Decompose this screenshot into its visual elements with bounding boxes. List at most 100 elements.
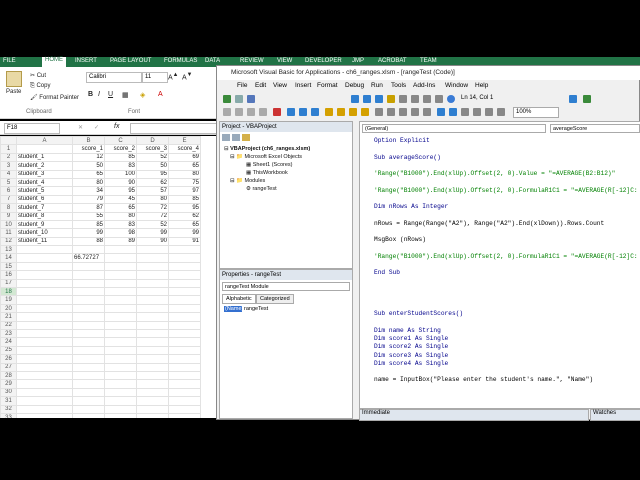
clear-bookmarks-icon[interactable] — [361, 108, 369, 116]
cell[interactable] — [16, 370, 73, 381]
list-constants-icon[interactable] — [473, 108, 481, 116]
property-name-key[interactable]: (Name) — [224, 306, 243, 312]
row-header[interactable]: 26 — [0, 354, 17, 364]
code-line[interactable] — [374, 178, 640, 186]
font-size-select[interactable]: 11 — [142, 72, 168, 83]
cell[interactable] — [136, 270, 169, 280]
cell[interactable]: 65 — [168, 219, 201, 230]
code-line[interactable] — [374, 211, 640, 219]
code-line[interactable] — [374, 195, 640, 203]
bold-button[interactable]: B — [88, 91, 93, 98]
menu-window[interactable]: Window — [445, 82, 468, 89]
code-line[interactable] — [374, 368, 640, 376]
ribbon-tab-developer[interactable]: DEVELOPER — [305, 58, 342, 64]
menu-file[interactable]: File — [237, 82, 247, 89]
cell[interactable] — [136, 303, 169, 314]
cell[interactable] — [16, 337, 73, 347]
row-header[interactable]: 11 — [0, 228, 17, 238]
cell[interactable] — [72, 337, 105, 347]
cell[interactable] — [136, 387, 169, 398]
row-header[interactable]: 16 — [0, 270, 17, 280]
worksheet-table[interactable]: A B C D E 1 score_1 score_2 score_3 score_4 2 stude… — [0, 136, 201, 418]
menu-insert[interactable]: Insert — [295, 82, 311, 89]
cell[interactable] — [104, 320, 137, 331]
code-line[interactable] — [374, 286, 640, 294]
cell[interactable] — [104, 270, 137, 280]
row-header[interactable]: 6 — [0, 186, 17, 196]
cell[interactable]: 52 — [136, 219, 169, 230]
cell[interactable] — [168, 278, 201, 289]
cell[interactable]: 85 — [72, 219, 105, 230]
step-into-icon[interactable] — [287, 108, 295, 116]
cell[interactable] — [104, 387, 137, 398]
cell[interactable] — [168, 261, 201, 272]
cell[interactable] — [136, 295, 169, 305]
cell[interactable]: 62 — [136, 177, 169, 188]
cell[interactable] — [72, 379, 105, 389]
cell[interactable] — [168, 295, 201, 305]
menu-help[interactable]: Help — [475, 82, 488, 89]
cell[interactable] — [72, 261, 105, 272]
cell[interactable] — [72, 278, 105, 289]
cell[interactable]: 91 — [168, 236, 201, 247]
cell[interactable] — [136, 253, 169, 263]
cell[interactable] — [104, 295, 137, 305]
cell[interactable] — [16, 312, 73, 322]
cell[interactable]: student_2 — [16, 161, 73, 171]
code-line[interactable]: Dim score3 As Single — [374, 352, 640, 360]
ribbon-tab-team[interactable]: TEAM — [420, 58, 437, 64]
cell[interactable]: 72 — [136, 211, 169, 221]
code-editor[interactable]: Option Explicit Sub averageScore() 'Range(… — [374, 137, 640, 408]
tree-project-root[interactable]: ⊟ VBAProject (ch6_ranges.xlsm) — [224, 146, 310, 152]
font-color-button[interactable]: A — [158, 91, 163, 98]
code-line[interactable]: Dim name As String — [374, 327, 640, 335]
cell[interactable]: 69 — [168, 152, 201, 163]
cell[interactable]: 95 — [104, 186, 137, 196]
cell[interactable] — [104, 362, 137, 372]
cell[interactable] — [168, 320, 201, 331]
cell[interactable]: 72 — [136, 203, 169, 213]
row-header[interactable]: 15 — [0, 261, 17, 272]
paste-button[interactable]: Paste — [6, 89, 21, 95]
ribbon-tab-home[interactable]: HOME — [42, 57, 66, 67]
cell[interactable]: 98 — [104, 228, 137, 238]
cell[interactable] — [16, 278, 73, 289]
cell[interactable] — [104, 312, 137, 322]
row-header[interactable]: 25 — [0, 345, 17, 356]
cell[interactable]: student_7 — [16, 203, 73, 213]
cell[interactable]: 12 — [72, 152, 105, 163]
cell[interactable] — [136, 370, 169, 381]
watches-pane-title[interactable]: Watches — [590, 409, 640, 421]
replace-icon[interactable] — [449, 108, 457, 116]
cell[interactable] — [72, 396, 105, 406]
cell[interactable] — [136, 328, 169, 339]
code-line[interactable] — [374, 294, 640, 302]
cell[interactable]: student_8 — [16, 211, 73, 221]
cell[interactable] — [16, 245, 73, 255]
row-header[interactable]: 14 — [0, 253, 17, 263]
spreadsheet-grid[interactable]: A B C D E 1 score_1 score_2 score_3 score_4 2 stude… — [0, 136, 216, 418]
cell[interactable] — [16, 362, 73, 372]
code-line[interactable]: 'Range("B1000").End(xlUp).Offset(2, 0).F… — [374, 187, 640, 195]
code-line[interactable]: nRows = Range(Range("A2"), Range("A2").E… — [374, 220, 640, 228]
cell[interactable] — [16, 287, 73, 297]
row-header[interactable]: 31 — [0, 396, 17, 406]
cell[interactable]: 99 — [136, 228, 169, 238]
italic-button[interactable]: I — [98, 91, 100, 98]
outdent-icon[interactable] — [235, 108, 243, 116]
cell[interactable] — [72, 245, 105, 255]
ribbon-tab-insert[interactable]: INSERT — [75, 58, 97, 64]
column-header[interactable]: D — [136, 136, 169, 146]
cell[interactable]: 50 — [72, 161, 105, 171]
cell[interactable] — [16, 261, 73, 272]
cell[interactable] — [168, 287, 201, 297]
cell[interactable] — [136, 312, 169, 322]
cell[interactable]: 97 — [168, 186, 201, 196]
code-line[interactable] — [374, 228, 640, 236]
fill-color-button[interactable]: ◈ — [140, 91, 145, 99]
row-header[interactable]: 17 — [0, 278, 17, 289]
cell[interactable]: 95 — [136, 169, 169, 179]
cell[interactable] — [168, 270, 201, 280]
cell[interactable] — [104, 287, 137, 297]
cell[interactable] — [104, 396, 137, 406]
